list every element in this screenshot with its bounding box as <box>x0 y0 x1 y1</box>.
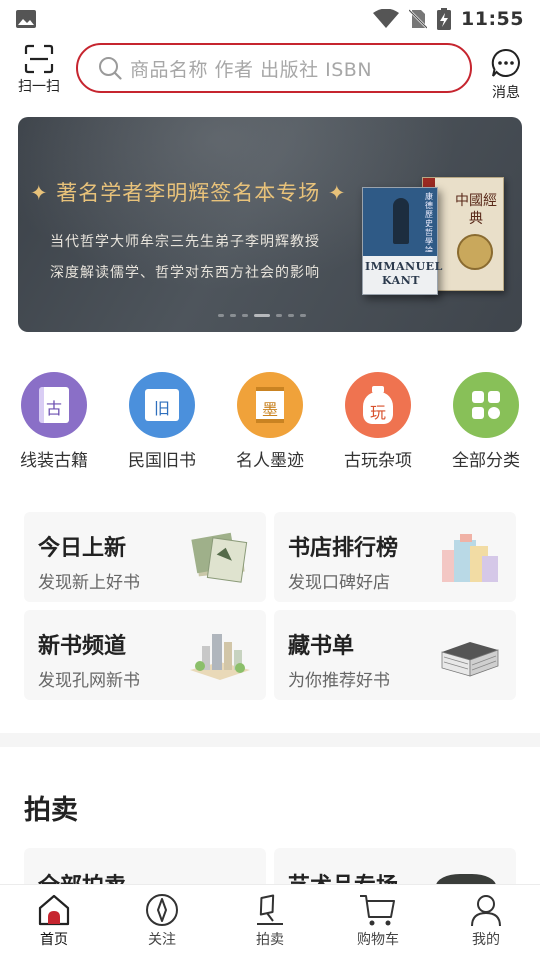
auction-section-title: 拍卖 <box>24 795 78 826</box>
entry-title: 书店排行榜 <box>288 536 399 561</box>
category-shortcuts: 古 线装古籍 旧 民国旧书 墨 名人墨迹 玩 古玩杂项 全部分类 <box>0 372 540 472</box>
home-icon <box>38 894 70 926</box>
tab-profile[interactable]: 我的 <box>451 893 521 949</box>
banner-pagination <box>218 314 306 317</box>
old-book-icon: 旧 <box>129 372 195 438</box>
entry-shop-ranking[interactable]: 书店排行榜 发现口碑好店 <box>274 512 516 602</box>
bottom-tab-bar: 首页 关注 拍卖 购物车 我的 <box>0 884 540 960</box>
category-republic-era-books[interactable]: 旧 民国旧书 <box>112 372 212 471</box>
entry-subtitle: 发现口碑好店 <box>288 573 390 593</box>
battery-charging-icon <box>437 8 452 30</box>
pager-dot[interactable] <box>276 314 282 317</box>
category-label: 名人墨迹 <box>236 451 304 471</box>
category-glyph: 墨 <box>262 400 279 419</box>
entry-subtitle: 为你推荐好书 <box>288 671 390 691</box>
category-glyph: 古 <box>46 399 63 418</box>
category-label: 线装古籍 <box>20 451 88 471</box>
entry-new-arrivals[interactable]: 今日上新 发现新上好书 <box>24 512 266 602</box>
search-icon <box>99 57 122 80</box>
book1-spine-text: 康德歷史哲學論文集 <box>425 192 433 252</box>
entry-subtitle: 发现孔网新书 <box>38 671 140 691</box>
category-all[interactable]: 全部分类 <box>436 372 536 471</box>
category-label: 古玩杂项 <box>344 451 412 471</box>
pager-dot[interactable] <box>288 314 294 317</box>
tab-home[interactable]: 首页 <box>19 893 89 949</box>
entry-subtitle: 发现新上好书 <box>38 573 140 593</box>
calligraphy-scroll-icon: 墨 <box>237 372 303 438</box>
kant-silhouette <box>393 198 409 244</box>
book1-title: IMMANUEL KANT <box>365 260 443 287</box>
category-antiques[interactable]: 玩 古玩杂项 <box>328 372 428 471</box>
status-time: 11:55 <box>461 8 524 30</box>
tab-label: 首页 <box>40 932 68 948</box>
ranking-books-icon <box>442 534 498 582</box>
thread-bound-book-icon: 古 <box>21 372 87 438</box>
book2-title: 中國經典 <box>455 193 497 227</box>
shopping-cart-icon <box>360 895 395 926</box>
entry-new-books-channel[interactable]: 新书频道 发现孔网新书 <box>24 610 266 700</box>
section-divider <box>0 733 540 747</box>
entry-title: 藏书单 <box>288 634 355 659</box>
messages-label: 消息 <box>492 85 520 101</box>
grid-icon <box>472 391 500 419</box>
book-pile-icon <box>441 642 499 677</box>
tab-follow[interactable]: 关注 <box>127 893 197 949</box>
tab-label: 拍卖 <box>256 932 284 948</box>
tab-auction[interactable]: 拍卖 <box>235 893 305 949</box>
gallery-notification-icon <box>16 10 36 28</box>
tab-label: 关注 <box>148 932 176 948</box>
category-glyph: 玩 <box>370 403 387 422</box>
auction-gavel-icon <box>257 894 283 925</box>
new-books-stack-icon <box>191 532 248 583</box>
tab-cart[interactable]: 购物车 <box>343 893 413 949</box>
wifi-icon <box>373 9 400 28</box>
pager-dot[interactable] <box>230 314 236 317</box>
entry-title: 今日上新 <box>38 536 127 561</box>
no-sim-icon <box>409 9 428 29</box>
feature-entries: 今日上新 发现新上好书 书店排行榜 发现口碑好店 新书频道 发现孔网新书 藏书单… <box>0 510 540 706</box>
popup-city-book-icon <box>190 634 250 680</box>
search-placeholder: 商品名称 作者 出版社 ISBN <box>130 58 373 81</box>
pager-dot-active[interactable] <box>254 314 270 317</box>
scan-icon <box>24 44 54 74</box>
promo-banner[interactable]: ✦ 著名学者李明辉签名本专场 ✦ 当代哲学大师牟宗三先生弟子李明辉教授 深度解读… <box>18 117 522 332</box>
all-categories-grid-icon <box>453 372 519 438</box>
entry-title: 新书频道 <box>38 634 127 659</box>
status-bar: 11:55 <box>0 0 540 38</box>
search-input[interactable]: 商品名称 作者 出版社 ISBN <box>76 43 472 93</box>
chat-bubble-icon <box>491 48 520 77</box>
banner-book-kant: 康德歷史哲學論文集 IMMANUEL KANT <box>362 187 443 295</box>
banner-line-1: 当代哲学大师牟宗三先生弟子李明辉教授 <box>50 234 320 250</box>
category-calligraphy[interactable]: 墨 名人墨迹 <box>220 372 320 471</box>
entry-book-list[interactable]: 藏书单 为你推荐好书 <box>274 610 516 700</box>
pager-dot[interactable] <box>242 314 248 317</box>
tab-label: 购物车 <box>357 932 399 948</box>
pager-dot[interactable] <box>300 314 306 317</box>
compass-follow-icon <box>146 894 178 926</box>
scan-label: 扫一扫 <box>18 79 60 95</box>
category-thread-bound-books[interactable]: 古 线装古籍 <box>4 372 104 471</box>
tab-label: 我的 <box>472 932 500 948</box>
category-label: 全部分类 <box>452 451 520 471</box>
top-header: 扫一扫 商品名称 作者 出版社 ISBN 消息 <box>0 40 540 102</box>
banner-line-2: 深度解读儒学、哲学对东西方社会的影响 <box>50 265 320 281</box>
antique-vase-icon: 玩 <box>345 372 411 438</box>
messages-button[interactable]: 消息 <box>484 48 528 102</box>
scan-button[interactable]: 扫一扫 <box>14 44 64 96</box>
banner-title: ✦ 著名学者李明辉签名本专场 ✦ <box>30 181 347 205</box>
category-label: 民国旧书 <box>128 451 196 471</box>
category-glyph: 旧 <box>154 399 171 418</box>
book2-seal <box>457 234 493 270</box>
pager-dot[interactable] <box>218 314 224 317</box>
user-profile-icon <box>471 895 501 927</box>
